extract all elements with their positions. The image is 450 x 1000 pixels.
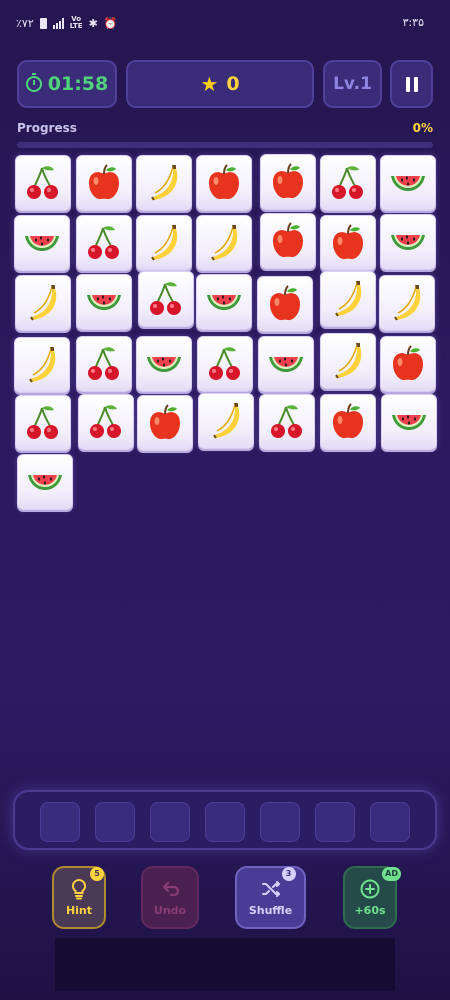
tile-watermelon[interactable] xyxy=(76,274,132,330)
tile-watermelon[interactable] xyxy=(136,336,192,392)
tile-banana[interactable] xyxy=(320,333,376,389)
banana-icon xyxy=(327,340,369,382)
cherry-icon xyxy=(266,401,308,443)
tile-banana[interactable] xyxy=(15,275,71,331)
tray-slot xyxy=(205,802,245,842)
watermelon-icon xyxy=(83,281,125,323)
tile-cherry[interactable] xyxy=(15,395,71,451)
tile-watermelon[interactable] xyxy=(17,454,73,510)
tile-watermelon[interactable] xyxy=(258,336,314,392)
tile-cherry[interactable] xyxy=(76,336,132,392)
plus-circle-icon: AD xyxy=(359,867,401,900)
shuffle-icon: 3 xyxy=(260,867,296,900)
add-time-label: +60s xyxy=(354,904,386,917)
tile-watermelon[interactable] xyxy=(196,274,252,330)
cherry-icon xyxy=(83,343,125,385)
apple-icon xyxy=(327,401,369,443)
tray-slot xyxy=(315,802,355,842)
apple-icon xyxy=(387,343,429,385)
tile-cherry[interactable] xyxy=(259,394,315,450)
banana-icon xyxy=(143,222,185,264)
tile-board xyxy=(0,0,450,520)
shuffle-label: Shuffle xyxy=(248,904,293,917)
watermelon-icon xyxy=(265,343,307,385)
banana-icon xyxy=(327,278,369,320)
tile-apple[interactable] xyxy=(196,155,252,211)
tray-slot xyxy=(95,802,135,842)
tile-cherry[interactable] xyxy=(76,215,132,271)
apple-icon xyxy=(327,222,369,264)
cherry-icon xyxy=(83,222,125,264)
cherry-icon xyxy=(22,162,64,204)
tile-apple[interactable] xyxy=(137,395,193,451)
banana-icon xyxy=(143,162,185,204)
tile-cherry[interactable] xyxy=(197,336,253,392)
tile-apple[interactable] xyxy=(320,394,376,450)
tile-cherry[interactable] xyxy=(78,394,134,450)
watermelon-icon xyxy=(387,221,429,263)
tile-apple[interactable] xyxy=(320,215,376,271)
tile-banana[interactable] xyxy=(320,271,376,327)
tray-slot xyxy=(150,802,190,842)
apple-icon xyxy=(267,161,309,203)
undo-button[interactable]: Undo xyxy=(141,866,199,929)
apple-icon xyxy=(144,402,186,444)
tile-watermelon[interactable] xyxy=(14,215,70,271)
tile-banana[interactable] xyxy=(379,275,435,331)
tile-watermelon[interactable] xyxy=(381,394,437,450)
banana-icon xyxy=(21,344,63,386)
lightbulb-icon: 5 xyxy=(68,867,104,900)
tile-apple[interactable] xyxy=(257,276,313,332)
apple-icon xyxy=(264,283,306,325)
add-time-button[interactable]: AD +60s xyxy=(343,866,401,929)
watermelon-icon xyxy=(21,222,63,264)
shuffle-button[interactable]: 3 Shuffle xyxy=(235,866,306,929)
banana-icon xyxy=(22,282,64,324)
watermelon-icon xyxy=(388,401,430,443)
tile-apple[interactable] xyxy=(380,336,436,392)
tile-cherry[interactable] xyxy=(138,271,194,327)
ad-badge: AD xyxy=(382,867,401,881)
tile-apple[interactable] xyxy=(76,155,132,211)
tile-cherry[interactable] xyxy=(320,155,376,211)
watermelon-icon xyxy=(387,162,429,204)
tile-apple[interactable] xyxy=(260,154,316,210)
watermelon-icon xyxy=(203,281,245,323)
hint-button[interactable]: 5 Hint xyxy=(52,866,106,929)
watermelon-icon xyxy=(24,461,66,503)
undo-icon xyxy=(159,878,181,900)
cherry-icon xyxy=(22,402,64,444)
watermelon-icon xyxy=(143,343,185,385)
tile-banana[interactable] xyxy=(136,155,192,211)
hint-count-badge: 5 xyxy=(90,867,104,881)
hint-label: Hint xyxy=(65,904,93,917)
tile-watermelon[interactable] xyxy=(380,155,436,211)
tile-cherry[interactable] xyxy=(15,155,71,211)
banana-icon xyxy=(205,400,247,442)
apple-icon xyxy=(267,220,309,262)
apple-icon xyxy=(203,162,245,204)
tray-slot xyxy=(370,802,410,842)
slot-tray xyxy=(13,790,437,850)
tray-slot xyxy=(260,802,300,842)
tile-banana[interactable] xyxy=(14,337,70,393)
tile-apple[interactable] xyxy=(260,213,316,269)
undo-label: Undo xyxy=(153,904,187,917)
banana-icon xyxy=(203,222,245,264)
shuffle-count-badge: 3 xyxy=(281,867,296,881)
cherry-icon xyxy=(327,162,369,204)
tile-banana[interactable] xyxy=(136,215,192,271)
tile-banana[interactable] xyxy=(196,215,252,271)
tile-banana[interactable] xyxy=(198,393,254,449)
tray-slot xyxy=(40,802,80,842)
cherry-icon xyxy=(85,401,127,443)
tile-watermelon[interactable] xyxy=(380,214,436,270)
cherry-icon xyxy=(145,278,187,320)
apple-icon xyxy=(83,162,125,204)
banana-icon xyxy=(386,282,428,324)
ad-banner xyxy=(55,938,395,991)
cherry-icon xyxy=(204,343,246,385)
